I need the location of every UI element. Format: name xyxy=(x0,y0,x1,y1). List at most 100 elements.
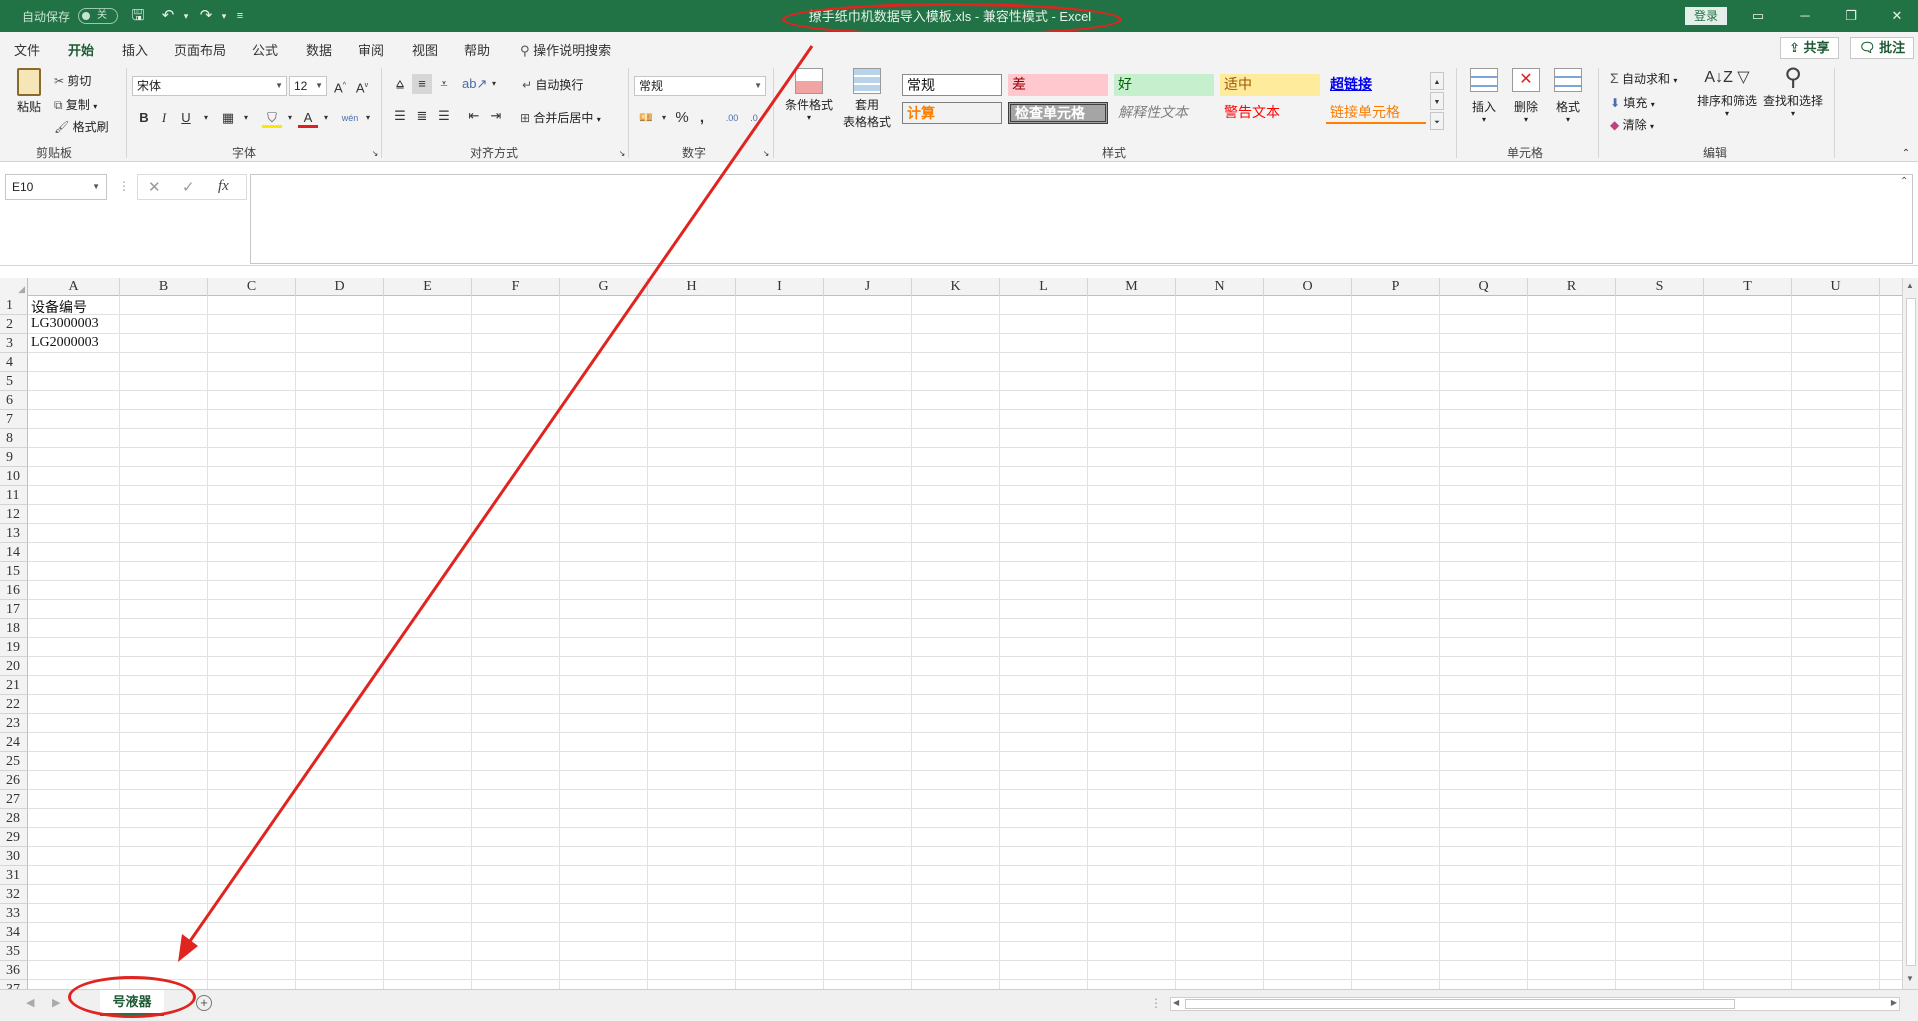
style-neutral[interactable]: 适中 xyxy=(1220,74,1320,96)
fill-color-dropdown-icon[interactable]: ▾ xyxy=(280,108,300,128)
style-bad[interactable]: 差 xyxy=(1008,74,1108,96)
row-header-15[interactable]: 15 xyxy=(0,562,28,581)
name-box[interactable]: E10 ▼ xyxy=(5,174,107,200)
scroll-up-icon[interactable]: ▲ xyxy=(1906,281,1914,290)
autosum-button[interactable]: Σ 自动求和 ▾ xyxy=(1610,70,1677,87)
expand-formula-bar-icon[interactable]: ⌃ xyxy=(1900,176,1908,187)
column-header-s[interactable]: S xyxy=(1616,278,1704,296)
split-grip-icon[interactable]: ⋮ xyxy=(1150,996,1162,1010)
row-header-2[interactable]: 2 xyxy=(0,315,28,334)
orientation-dropdown-icon[interactable]: ▾ xyxy=(484,74,504,94)
copy-button[interactable]: ⧉ 复制 ▾ xyxy=(54,96,97,113)
align-center-icon[interactable]: ≣ xyxy=(412,106,432,126)
row-header-32[interactable]: 32 xyxy=(0,885,28,904)
row-header-25[interactable]: 25 xyxy=(0,752,28,771)
row-header-29[interactable]: 29 xyxy=(0,828,28,847)
number-format-select[interactable]: 常规 ▼ xyxy=(634,76,766,96)
column-header-p[interactable]: P xyxy=(1352,278,1440,296)
format-as-table-button[interactable]: 套用 表格格式 xyxy=(838,68,896,130)
row-header-22[interactable]: 22 xyxy=(0,695,28,714)
select-all-button[interactable]: ◢ xyxy=(0,278,28,296)
row-header-8[interactable]: 8 xyxy=(0,429,28,448)
formula-input[interactable] xyxy=(250,174,1913,264)
orientation-icon[interactable]: ab↗ xyxy=(462,74,487,94)
align-middle-icon[interactable]: ≡ xyxy=(412,74,432,94)
column-header-o[interactable]: O xyxy=(1264,278,1352,296)
scroll-left-icon[interactable]: ◀ xyxy=(1173,998,1179,1007)
style-warning[interactable]: 警告文本 xyxy=(1220,102,1320,124)
tab-review[interactable]: 审阅 xyxy=(358,40,384,59)
column-header-h[interactable]: H xyxy=(648,278,736,296)
styles-more-icon[interactable]: ⏷ xyxy=(1430,112,1444,130)
borders-dropdown-icon[interactable]: ▾ xyxy=(236,108,256,128)
row-header-19[interactable]: 19 xyxy=(0,638,28,657)
row-header-28[interactable]: 28 xyxy=(0,809,28,828)
cell-A1[interactable]: 设备编号 xyxy=(31,297,87,317)
fill-color-icon[interactable]: ⛉ xyxy=(262,108,282,128)
style-linked-cell[interactable]: 链接单元格 xyxy=(1326,102,1426,124)
redo-icon[interactable]: ↷ xyxy=(196,6,216,26)
comments-button[interactable]: 🗨 批注 xyxy=(1850,37,1915,59)
column-header-j[interactable]: J xyxy=(824,278,912,296)
tab-page-layout[interactable]: 页面布局 xyxy=(174,40,226,59)
column-header-n[interactable]: N xyxy=(1176,278,1264,296)
horizontal-scroll-thumb[interactable] xyxy=(1185,999,1735,1009)
style-check-cell[interactable]: 检查单元格 xyxy=(1008,102,1108,124)
styles-scroll-up-icon[interactable]: ▲ xyxy=(1430,72,1444,90)
tab-home[interactable]: 开始 xyxy=(68,40,95,66)
row-header-30[interactable]: 30 xyxy=(0,847,28,866)
font-size-select[interactable]: 12 ▼ xyxy=(289,76,327,96)
row-header-23[interactable]: 23 xyxy=(0,714,28,733)
row-header-26[interactable]: 26 xyxy=(0,771,28,790)
row-header-17[interactable]: 17 xyxy=(0,600,28,619)
underline-button[interactable]: U xyxy=(176,108,196,128)
underline-dropdown-icon[interactable]: ▾ xyxy=(196,108,216,128)
increase-indent-icon[interactable]: ⇥ xyxy=(486,106,506,126)
decrease-decimal-icon[interactable]: .0 xyxy=(744,108,764,128)
tab-formulas[interactable]: 公式 xyxy=(252,40,278,59)
cell-A3[interactable]: LG2000003 xyxy=(31,335,99,351)
cut-button[interactable]: ✂ 剪切 xyxy=(54,72,91,89)
row-header-14[interactable]: 14 xyxy=(0,543,28,562)
cancel-icon[interactable]: ✕ xyxy=(148,178,161,196)
row-header-7[interactable]: 7 xyxy=(0,410,28,429)
row-header-5[interactable]: 5 xyxy=(0,372,28,391)
insert-cells-button[interactable]: 插入 ▾ xyxy=(1466,68,1502,124)
styles-scroll-down-icon[interactable]: ▼ xyxy=(1430,92,1444,110)
row-header-36[interactable]: 36 xyxy=(0,961,28,980)
font-name-select[interactable]: 宋体 ▼ xyxy=(132,76,287,96)
minimize-icon[interactable]: ─ xyxy=(1790,4,1820,28)
row-header-11[interactable]: 11 xyxy=(0,486,28,505)
find-select-button[interactable]: ⚲ 查找和选择 ▾ xyxy=(1762,64,1824,118)
row-header-3[interactable]: 3 xyxy=(0,334,28,353)
format-cells-button[interactable]: 格式 ▾ xyxy=(1550,68,1586,124)
align-bottom-icon[interactable]: ⩡ xyxy=(434,74,454,94)
column-header-i[interactable]: I xyxy=(736,278,824,296)
tab-data[interactable]: 数据 xyxy=(306,40,332,59)
column-header-l[interactable]: L xyxy=(1000,278,1088,296)
wrap-text-button[interactable]: ↵ 自动换行 xyxy=(522,76,583,93)
column-header-u[interactable]: U xyxy=(1792,278,1880,296)
column-header-m[interactable]: M xyxy=(1088,278,1176,296)
row-header-33[interactable]: 33 xyxy=(0,904,28,923)
row-header-9[interactable]: 9 xyxy=(0,448,28,467)
decrease-font-size-button[interactable]: Av xyxy=(352,76,372,96)
row-header-21[interactable]: 21 xyxy=(0,676,28,695)
column-header-a[interactable]: A xyxy=(28,278,120,296)
font-color-icon[interactable]: A xyxy=(298,108,318,128)
login-button[interactable]: 登录 xyxy=(1685,7,1727,25)
comma-style-icon[interactable]: , xyxy=(692,108,712,128)
row-header-35[interactable]: 35 xyxy=(0,942,28,961)
accounting-dropdown-icon[interactable]: ▾ xyxy=(654,108,674,128)
vertical-scroll-thumb[interactable] xyxy=(1906,298,1916,966)
sort-filter-button[interactable]: A↓Z ▽ 排序和筛选 ▾ xyxy=(1696,64,1758,118)
phonetic-dropdown-icon[interactable]: ▾ xyxy=(358,108,378,128)
tab-view[interactable]: 视图 xyxy=(412,40,438,59)
column-header-r[interactable]: R xyxy=(1528,278,1616,296)
delete-cells-button[interactable]: ✕ 删除 ▾ xyxy=(1508,68,1544,124)
column-header-q[interactable]: Q xyxy=(1440,278,1528,296)
autosave-toggle[interactable]: 关 xyxy=(78,8,118,24)
accounting-format-icon[interactable]: 💴 xyxy=(636,108,656,128)
add-sheet-icon[interactable]: + xyxy=(196,995,212,1011)
style-normal[interactable]: 常规 xyxy=(902,74,1002,96)
